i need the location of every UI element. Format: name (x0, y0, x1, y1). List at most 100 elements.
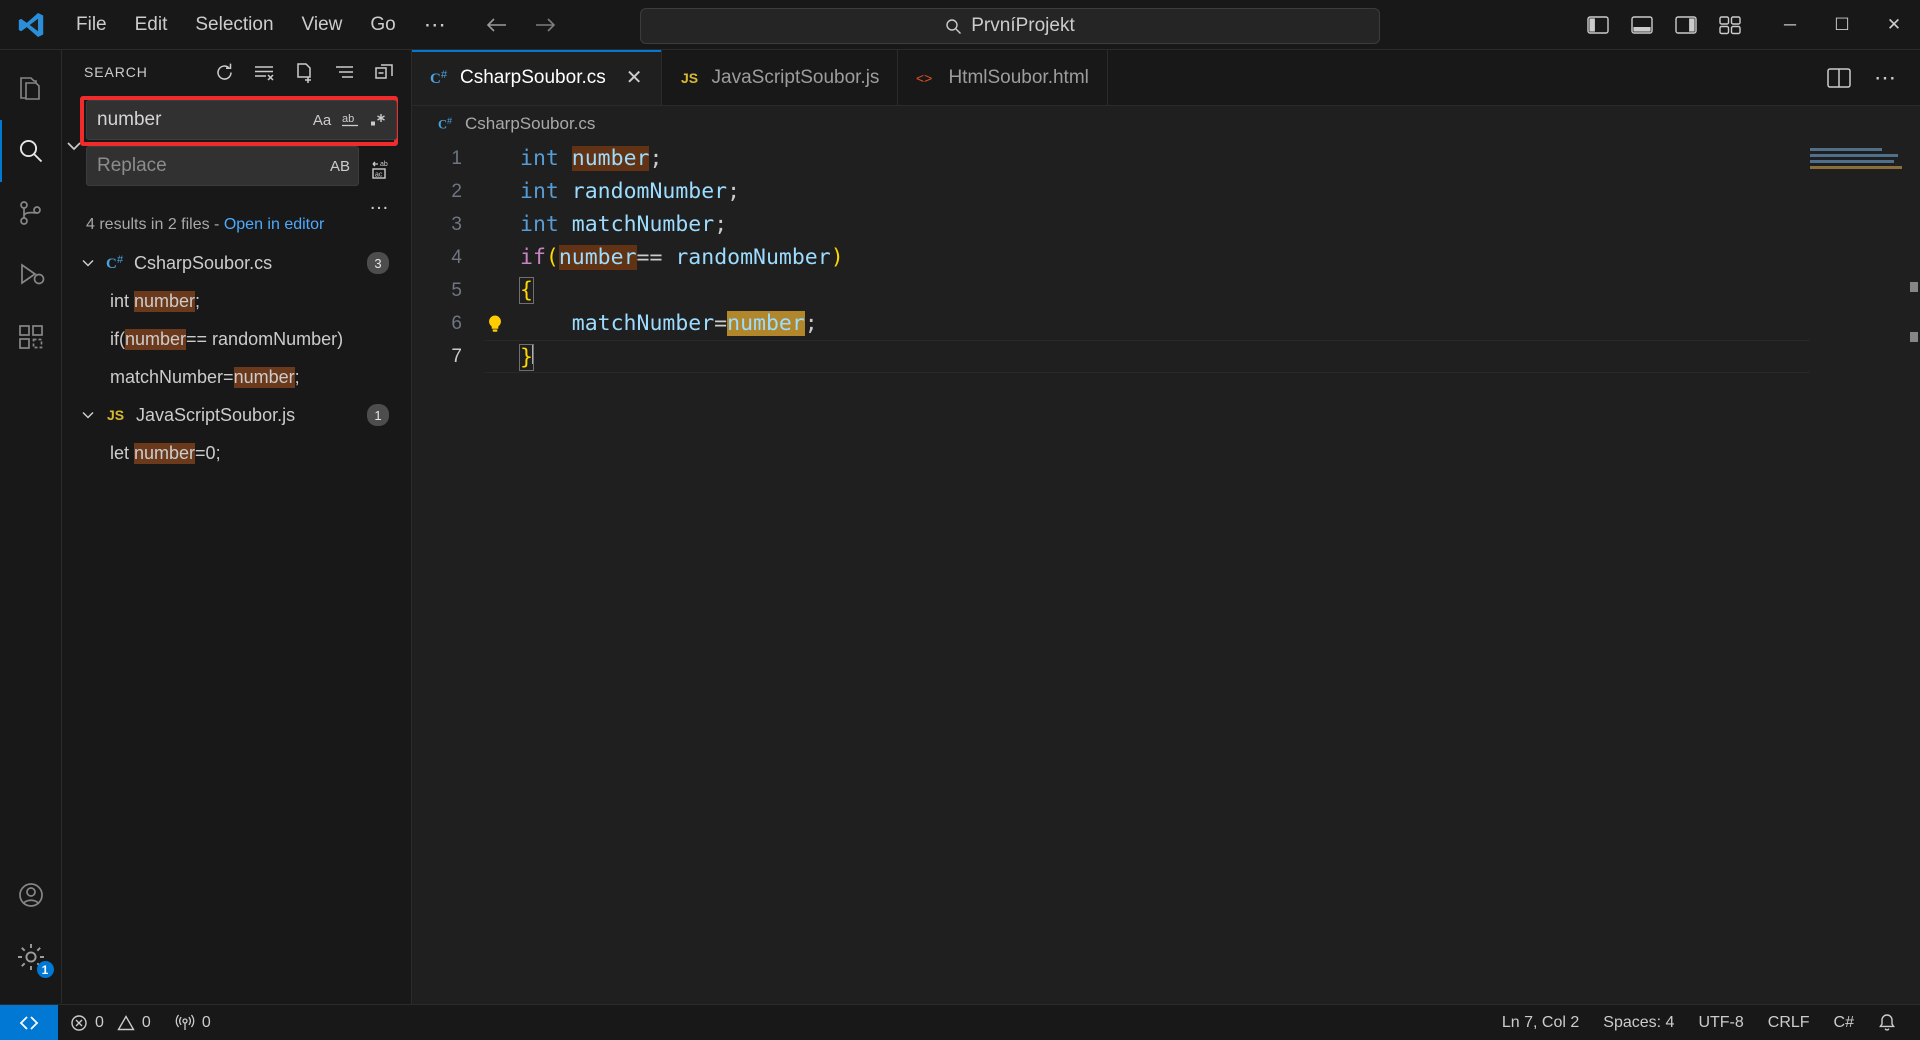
breadcrumb-file: CsharpSoubor.cs (465, 114, 595, 134)
match-term: number (134, 443, 195, 464)
window-minimize-button[interactable]: ─ (1764, 0, 1816, 50)
chevron-down-icon[interactable] (78, 255, 98, 271)
token-paren: ( (546, 245, 559, 270)
status-editor-position[interactable]: Ln 7, Col 2 (1490, 1005, 1591, 1040)
preserve-case-toggle[interactable]: AB (326, 152, 354, 180)
arrow-left-icon[interactable] (484, 15, 510, 35)
window-close-button[interactable]: ✕ (1868, 0, 1920, 50)
arrow-right-icon[interactable] (532, 15, 558, 35)
current-line-highlight (484, 340, 1810, 373)
toggle-replace-button[interactable] (62, 94, 86, 210)
match-term: number (134, 291, 195, 312)
workbench-body: 1 SEARCH (0, 50, 1920, 1004)
line-content: if(number== randomNumber) (512, 245, 844, 270)
match-case-toggle[interactable]: Aa (308, 106, 336, 134)
match-count-badge: 3 (367, 252, 389, 274)
svg-text:C: C (106, 256, 117, 272)
status-editor-eol[interactable]: CRLF (1756, 1005, 1822, 1040)
sidebar-actions (211, 59, 397, 85)
customize-layout-icon[interactable] (1718, 14, 1742, 36)
search-match-row[interactable]: int number; (62, 282, 411, 320)
activity-item-run-and-debug[interactable] (0, 244, 62, 306)
line-number: 2 (412, 181, 484, 203)
line-number: 6 (412, 313, 484, 335)
token-punct: ; (649, 146, 662, 171)
status-editor-encoding[interactable]: UTF-8 (1686, 1005, 1755, 1040)
match-post: ; (295, 367, 300, 388)
error-icon (70, 1014, 88, 1032)
menu-overflow-icon[interactable]: ⋯ (410, 18, 462, 32)
search-results-tree: C# CsharpSoubor.cs 3 int number; if(numb… (62, 244, 411, 1004)
menu-selection[interactable]: Selection (181, 9, 287, 41)
close-icon[interactable]: ✕ (626, 65, 643, 90)
bell-icon[interactable] (1866, 1005, 1908, 1040)
search-result-file-row[interactable]: C# CsharpSoubor.cs 3 (62, 244, 411, 282)
replace-input-placeholder: Replace (97, 155, 326, 177)
activity-item-source-control[interactable] (0, 182, 62, 244)
toggle-search-details-button[interactable]: … (86, 192, 397, 210)
toggle-secondary-sidebar-icon[interactable] (1674, 14, 1698, 36)
status-editor-indentation[interactable]: Spaces: 4 (1591, 1005, 1686, 1040)
search-match-row[interactable]: if(number== randomNumber) (62, 320, 411, 358)
chevron-down-icon[interactable] (78, 407, 98, 423)
token-identifier: matchNumber (520, 311, 714, 336)
svg-text:JS: JS (681, 70, 698, 86)
search-result-file-row[interactable]: JS JavaScriptSoubor.js 1 (62, 396, 411, 434)
status-problems[interactable]: 0 0 (58, 1005, 163, 1040)
command-center-text: PrvníProjekt (971, 15, 1074, 37)
file-name: JavaScriptSoubor.js (136, 405, 295, 426)
csharp-file-icon: C# (106, 253, 126, 273)
activity-bar: 1 (0, 50, 62, 1004)
token-keyword: int (520, 212, 559, 237)
find-box-wrapper: number Aa ab (86, 94, 397, 140)
toggle-primary-sidebar-icon[interactable] (1586, 14, 1610, 36)
vscode-window: File Edit Selection View Go ⋯ PrvníProje… (0, 0, 1920, 1040)
list-flat-icon[interactable] (331, 59, 357, 85)
clear-all-icon[interactable] (251, 59, 277, 85)
editor-tab-htmlsoubor-html[interactable]: <> HtmlSoubor.html (898, 50, 1107, 105)
search-match-row[interactable]: matchNumber=number; (62, 358, 411, 396)
chevron-down-icon (64, 136, 84, 156)
files-icon (16, 74, 46, 104)
svg-text:JS: JS (107, 407, 124, 423)
command-center[interactable]: PrvníProjekt (640, 8, 1380, 44)
ellipsis-icon[interactable]: ⋯ (1874, 72, 1898, 84)
remote-window-icon[interactable] (0, 1005, 58, 1040)
match-whole-word-toggle[interactable]: ab (336, 106, 364, 134)
csharp-file-icon: C# (430, 68, 450, 88)
window-maximize-button[interactable]: ☐ (1816, 0, 1868, 50)
menu-view[interactable]: View (288, 9, 357, 41)
token-match: number (572, 146, 650, 171)
status-editor-language[interactable]: C# (1822, 1005, 1866, 1040)
code-line: 1 int number; (412, 142, 1920, 175)
code-editor[interactable]: 1 int number; 2 int randomNumber; 3 int … (412, 142, 1920, 1004)
collapse-all-icon[interactable] (371, 59, 397, 85)
activity-item-settings[interactable]: 1 (0, 926, 62, 988)
token-match: number (559, 245, 637, 270)
toggle-panel-icon[interactable] (1630, 14, 1654, 36)
svg-text:#: # (447, 116, 452, 126)
open-in-editor-link[interactable]: Open in editor (224, 216, 325, 233)
split-editor-icon[interactable] (1826, 66, 1852, 90)
replace-all-icon[interactable]: acab (365, 153, 397, 185)
new-search-editor-icon[interactable] (291, 59, 317, 85)
menu-edit[interactable]: Edit (121, 9, 182, 41)
breadcrumb[interactable]: C# CsharpSoubor.cs (412, 106, 1920, 142)
use-regex-toggle[interactable] (364, 106, 392, 134)
results-summary: 4 results in 2 files - Open in editor (62, 210, 411, 244)
search-match-row[interactable]: let number=0; (62, 434, 411, 472)
editor-tab-csharpsoubor-cs[interactable]: C# CsharpSoubor.cs ✕ (412, 50, 662, 105)
activity-item-explorer[interactable] (0, 58, 62, 120)
replace-input[interactable]: Replace AB (86, 146, 359, 186)
line-content: int matchNumber; (512, 212, 727, 237)
editor-tab-javascriptsoubor-js[interactable]: JS JavaScriptSoubor.js (662, 50, 899, 105)
search-input[interactable]: number Aa ab (86, 100, 397, 140)
menu-bar: File Edit Selection View Go ⋯ (62, 9, 462, 41)
activity-item-accounts[interactable] (0, 864, 62, 926)
activity-item-search[interactable] (0, 120, 62, 182)
status-ports[interactable]: 0 (163, 1005, 223, 1040)
menu-file[interactable]: File (62, 9, 121, 41)
activity-item-extensions[interactable] (0, 306, 62, 368)
refresh-icon[interactable] (211, 59, 237, 85)
menu-go[interactable]: Go (356, 9, 409, 41)
